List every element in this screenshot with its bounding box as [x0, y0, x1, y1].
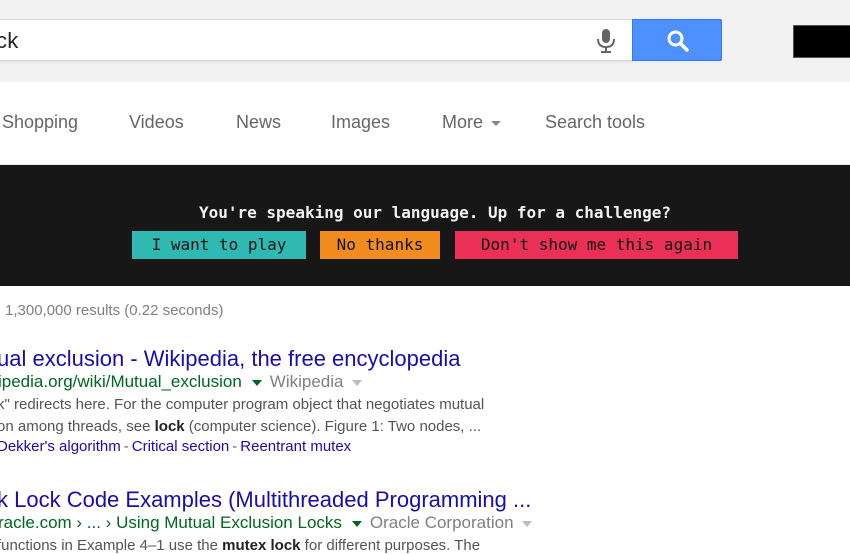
challenge-banner: You're speaking our language. Up for a c… [0, 165, 850, 286]
snippet-text: (computer science). Figure 1: Two nodes,… [184, 418, 482, 435]
snippet-text: for different purposes. The [300, 537, 481, 554]
result-snippet-line: k" redirects here. For the computer prog… [0, 396, 484, 413]
result-url-text: racle.com › ... › Using Mutual Exclusion… [0, 513, 342, 532]
result-source: Oracle Corporation [369, 513, 514, 532]
result-url: racle.com › ... › Using Mutual Exclusion… [0, 513, 532, 533]
result-title-link[interactable]: ual exclusion - Wikipedia, the free ency… [0, 346, 460, 372]
tab-more[interactable]: More [442, 112, 502, 133]
dropdown-arrow-icon[interactable] [351, 520, 362, 527]
snippet-bold-text: mutex lock [222, 537, 301, 554]
result-sitelinks: Dekker's algorithm - Critical section - Reen… [0, 438, 351, 455]
tab-more-label: More [442, 112, 484, 132]
tab-news[interactable]: News [236, 112, 281, 133]
search-query-text: ck [0, 28, 19, 53]
search-header: ck [0, 0, 850, 82]
dropdown-arrow-icon[interactable] [521, 520, 532, 527]
sitelink-separator: - [232, 438, 238, 455]
dropdown-arrow-icon[interactable] [351, 379, 362, 386]
snippet-text: functions in Example 4–1 use the [0, 537, 223, 554]
redacted-box [793, 25, 850, 58]
dont-show-again-button[interactable]: Don't show me this again [455, 231, 738, 259]
tab-images[interactable]: Images [331, 112, 390, 133]
microphone-icon[interactable] [594, 28, 618, 54]
tab-videos[interactable]: Videos [129, 112, 184, 133]
sitelink-dekkers-algorithm[interactable]: Dekker's algorithm [0, 438, 121, 455]
search-tabs: Shopping Videos News Images More Search … [0, 82, 850, 165]
result-stats: 1,300,000 results (0.22 seconds) [5, 302, 224, 319]
sitelink-separator: - [123, 438, 129, 455]
dropdown-arrow-icon[interactable] [251, 379, 262, 386]
sitelink-reentrant-mutex[interactable]: Reentrant mutex [240, 438, 351, 455]
snippet-text: on among threads, see [0, 418, 155, 435]
sitelink-critical-section[interactable]: Critical section [132, 438, 230, 455]
result-source: Wikipedia [269, 372, 344, 391]
search-icon [667, 30, 689, 52]
no-thanks-button[interactable]: No thanks [320, 231, 440, 259]
result-title-link[interactable]: k Lock Code Examples (Multithreaded Prog… [0, 487, 531, 513]
search-input[interactable]: ck [0, 19, 633, 61]
play-button[interactable]: I want to play [132, 231, 306, 259]
result-url: ipedia.org/wiki/Mutual_exclusion Wikipedi… [0, 372, 362, 392]
result-url-text: ipedia.org/wiki/Mutual_exclusion [0, 372, 242, 391]
result-snippet-line: functions in Example 4–1 use the mutex l… [0, 537, 480, 554]
caret-down-icon [491, 120, 502, 126]
snippet-text: k" redirects here. For the computer prog… [0, 396, 485, 413]
search-button[interactable] [632, 19, 722, 61]
tab-search-tools[interactable]: Search tools [545, 112, 645, 133]
result-snippet-line: on among threads, see lock (computer sci… [0, 418, 481, 435]
banner-message: You're speaking our language. Up for a c… [198, 203, 671, 222]
tab-shopping[interactable]: Shopping [2, 112, 78, 133]
snippet-bold-text: lock [154, 418, 185, 435]
